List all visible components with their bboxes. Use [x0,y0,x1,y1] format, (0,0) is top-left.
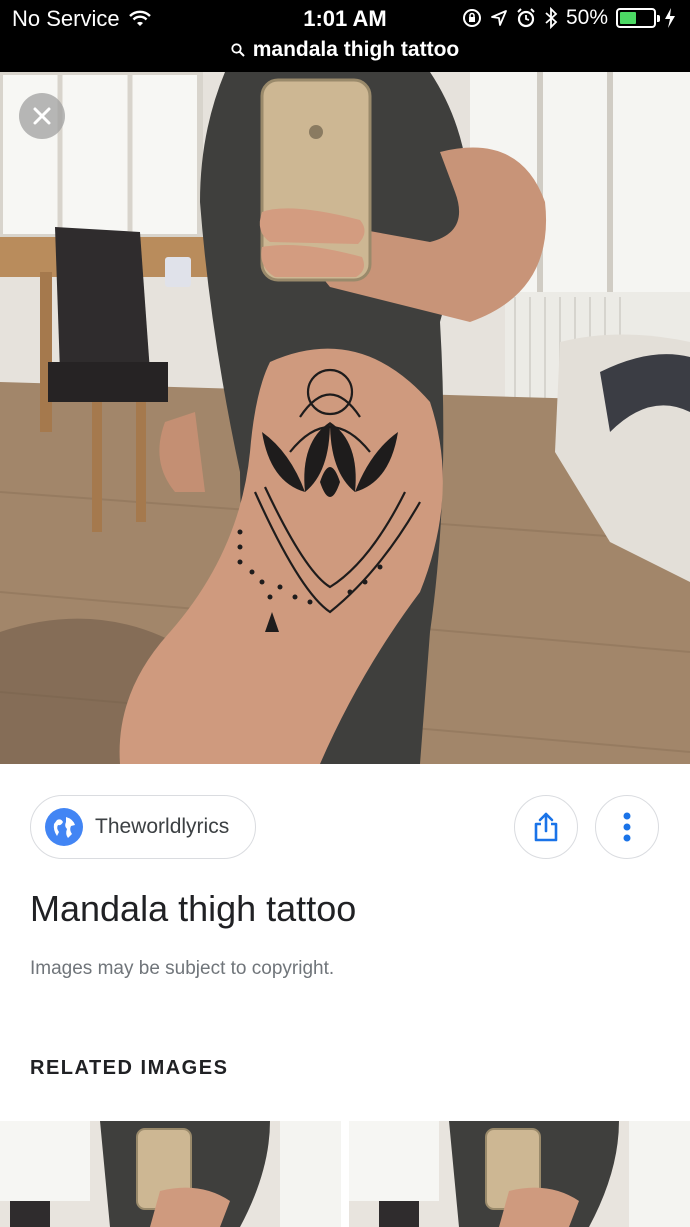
related-image-thumbnail[interactable] [0,1121,341,1227]
globe-icon [45,808,83,846]
related-photo [349,1121,690,1227]
more-vert-icon [623,812,631,842]
battery-percent: 50% [565,6,608,29]
tattoo-photo [0,72,690,764]
close-button[interactable] [19,93,65,139]
source-name: Theworldlyrics [95,815,230,838]
related-photo [0,1121,341,1227]
search-query-text: mandala thigh tattoo [252,38,460,61]
bluetooth-icon [545,7,558,29]
search-icon [231,43,245,57]
alarm-icon [517,8,535,28]
share-button[interactable] [514,795,578,859]
location-icon [491,10,507,26]
close-icon [33,107,51,125]
share-icon [534,812,558,842]
status-right: 50% [462,6,676,30]
status-bar: No Service 1:01 AM 50% mandala thigh tat… [0,0,690,72]
search-query-bar[interactable]: mandala thigh tattoo [0,38,690,62]
related-images-heading: RELATED IMAGES [30,1057,229,1079]
copyright-notice: Images may be subject to copyright. [30,958,335,979]
battery-icon [616,8,660,28]
image-title: Mandala thigh tattoo [30,888,357,929]
lock-rotation-icon [462,9,481,27]
charging-icon [665,8,675,28]
source-chip[interactable]: Theworldlyrics [30,795,256,859]
more-options-button[interactable] [595,795,659,859]
related-image-thumbnail[interactable] [349,1121,690,1227]
main-image[interactable] [0,72,690,764]
